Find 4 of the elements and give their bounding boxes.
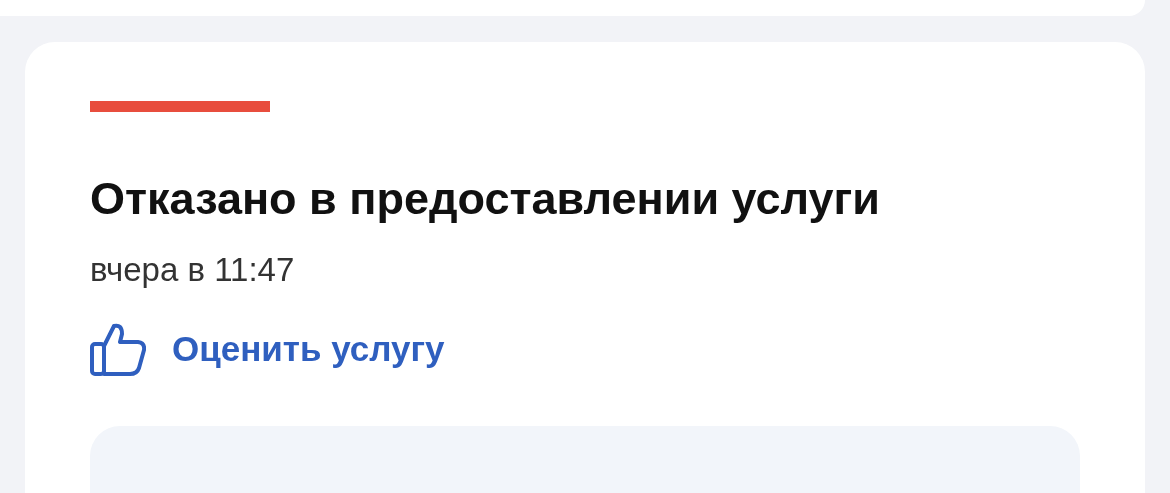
rate-service-link[interactable]: Оценить услугу [90,322,445,376]
status-time: вчера в 11:47 [90,250,296,290]
thumbs-up-icon [90,322,146,376]
status-title: Отказано в предоставлении услуги [90,172,881,226]
